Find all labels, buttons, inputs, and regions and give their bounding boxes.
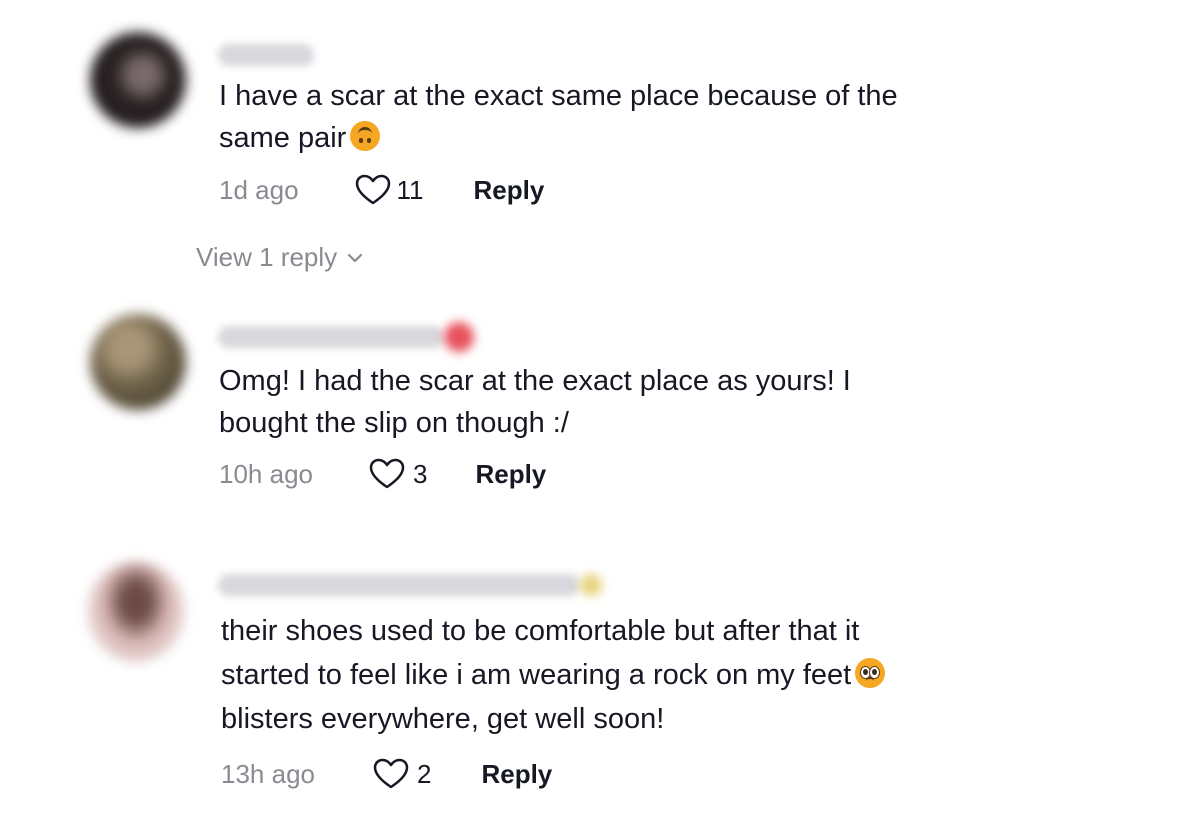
upside-down-face-icon: [350, 121, 381, 151]
comment-text: their shoes used to be comfortable but a…: [221, 609, 886, 741]
pleading-face-icon: [855, 658, 886, 688]
timestamp: 1d ago: [219, 174, 299, 205]
comment-meta: 10h ago 3 Reply: [219, 458, 546, 490]
comment-meta: 13h ago 2 Reply: [221, 758, 552, 790]
username-blurred[interactable]: [218, 574, 580, 596]
like-count: 11: [396, 174, 424, 205]
view-replies-label: View 1 reply: [196, 242, 338, 272]
heart-icon: [373, 758, 409, 789]
avatar[interactable]: [90, 314, 186, 410]
avatar[interactable]: [90, 32, 186, 128]
timestamp: 13h ago: [221, 758, 315, 789]
reply-button[interactable]: Reply: [481, 759, 552, 790]
view-replies-button[interactable]: View 1 reply: [196, 242, 363, 273]
like-count: 2: [416, 758, 432, 789]
username-emoji-blurred: [580, 574, 602, 596]
heart-icon: [369, 458, 405, 489]
like-button[interactable]: 11: [355, 174, 424, 206]
avatar[interactable]: [88, 562, 184, 662]
like-button[interactable]: 3: [369, 458, 427, 490]
like-button[interactable]: 2: [373, 758, 431, 790]
username-blurred[interactable]: [218, 326, 444, 348]
like-count: 3: [412, 458, 428, 489]
timestamp: 10h ago: [219, 458, 313, 489]
comment-text: Omg! I had the scar at the exact place a…: [219, 365, 851, 439]
username-emoji-blurred: [444, 322, 474, 352]
heart-icon: [355, 174, 390, 205]
reply-button[interactable]: Reply: [474, 175, 545, 206]
comment-meta: 1d ago 11 Reply: [219, 174, 544, 206]
username-blurred[interactable]: [218, 44, 314, 66]
chevron-down-icon: [348, 253, 363, 262]
comment-text: I have a scar at the exact same place be…: [219, 80, 898, 154]
reply-button[interactable]: Reply: [475, 459, 546, 490]
